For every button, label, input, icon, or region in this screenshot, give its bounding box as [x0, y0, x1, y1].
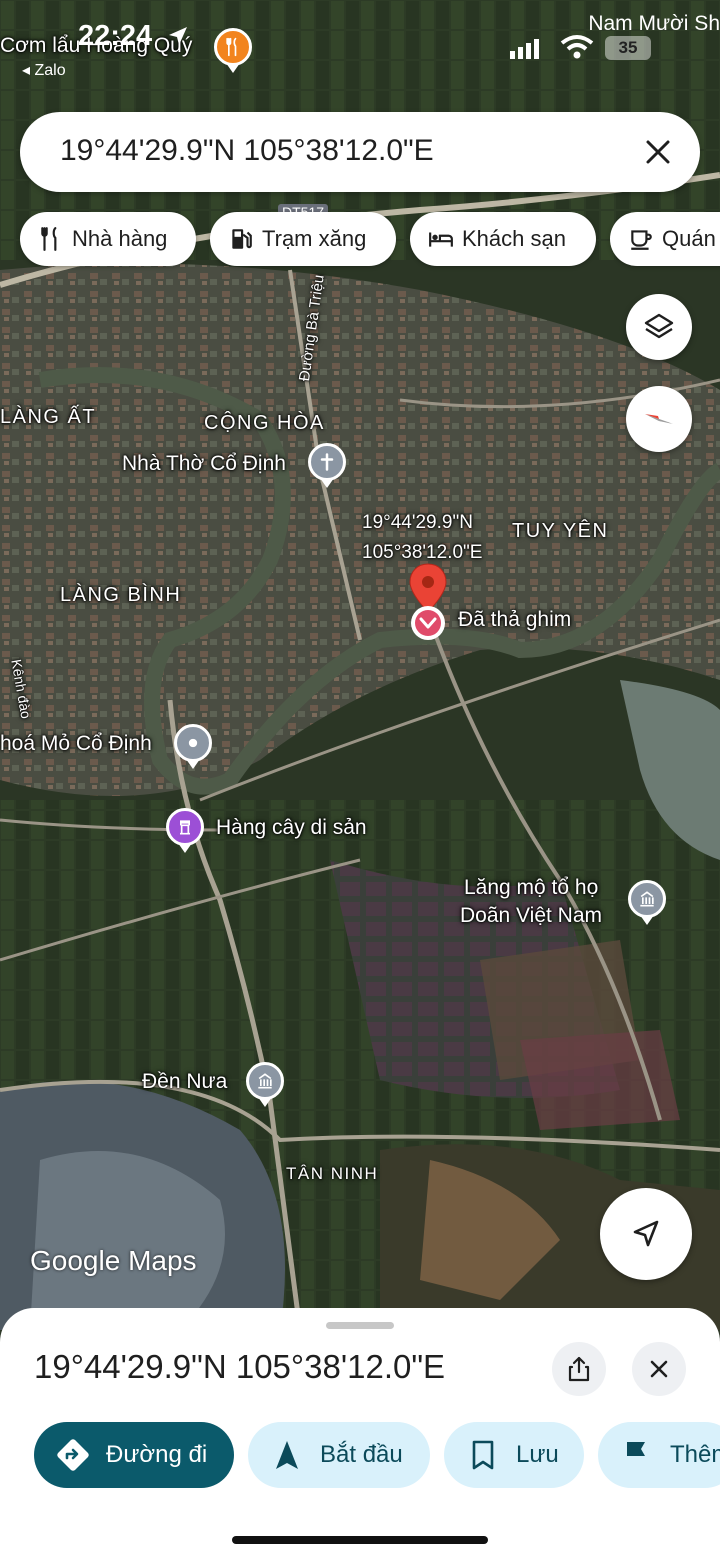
fork-knife-icon — [41, 227, 57, 251]
poi-label-church: Nhà Thờ Cổ Định — [122, 452, 286, 475]
wifi-icon — [560, 35, 594, 59]
navigation-arrow-icon — [633, 1220, 659, 1247]
poi-label-mine: hoá Mỏ Cổ Định — [0, 732, 152, 755]
landmark-pin-icon[interactable] — [166, 808, 204, 853]
chip-label: Khách sạn — [462, 226, 566, 251]
start-button[interactable]: Bắt đầu — [248, 1422, 430, 1488]
dropped-pin-label: Đã thả ghim — [458, 608, 572, 631]
back-to-zalo-link[interactable]: ◂ Zalo — [22, 60, 66, 80]
save-button[interactable]: Lưu — [444, 1422, 584, 1488]
google-maps-logo: Google Maps — [30, 1245, 197, 1276]
close-icon[interactable] — [638, 132, 678, 172]
chip-restaurants[interactable]: Nhà hàng — [20, 212, 196, 266]
poi-label-tomb: Lăng mộ tổ họ — [464, 876, 599, 899]
layers-icon — [644, 313, 674, 339]
compass-icon — [645, 414, 673, 424]
more-button[interactable]: Thêm — [598, 1422, 720, 1488]
area-label: LÀNG BÌNH — [60, 584, 182, 606]
church-pin-icon[interactable] — [308, 443, 346, 488]
share-button[interactable] — [552, 1342, 606, 1396]
pin-coordinates: 19°44'29.9"N — [362, 512, 473, 533]
satellite-imagery — [0, 0, 720, 1330]
status-time: 22:24 — [78, 20, 153, 52]
search-input[interactable]: 19°44'29.9"N 105°38'12.0"E — [60, 134, 434, 168]
flag-icon — [627, 1442, 645, 1469]
place-pin-icon[interactable] — [174, 724, 212, 769]
start-label: Bắt đầu — [320, 1441, 403, 1468]
my-location-button[interactable] — [600, 1188, 692, 1280]
directions-label: Đường đi — [106, 1441, 208, 1468]
poi-label-temple: Đền Nưa — [142, 1070, 228, 1093]
close-sheet-button[interactable] — [632, 1342, 686, 1396]
map-view[interactable]: DT517 Đường Bà Triệu Kênh đào Cơm lẩu Ho… — [0, 0, 720, 1330]
poi-label-tomb-line2: Doãn Việt Nam — [460, 904, 603, 927]
area-label: LÀNG ẤT — [0, 406, 97, 428]
chip-label: Nhà hàng — [72, 226, 168, 251]
compass-button[interactable] — [626, 386, 692, 452]
dropped-pin-icon[interactable] — [406, 562, 450, 646]
directions-button[interactable]: Đường đi — [34, 1422, 234, 1488]
directions-icon — [57, 1439, 89, 1471]
area-label: TUY YÊN — [512, 520, 609, 542]
category-chips: Nhà hàng Trạm xăng Khách sạn Quán — [0, 212, 720, 268]
battery-indicator: 35 — [605, 36, 651, 60]
place-title: 19°44'29.9"N 105°38'12.0"E — [34, 1348, 446, 1385]
cellular-signal-icon — [510, 39, 539, 59]
place-bottom-sheet[interactable]: 19°44'29.9"N 105°38'12.0"E Đường đi Bắt … — [0, 1308, 720, 1560]
pin-coordinates-line2: 105°38'12.0"E — [362, 542, 483, 563]
gas-station-icon — [232, 229, 252, 249]
poi-label-trees: Hàng cây di sản — [216, 816, 367, 839]
bed-icon — [429, 232, 453, 247]
chip-hotels[interactable]: Khách sạn — [410, 212, 596, 266]
share-icon — [568, 1356, 590, 1382]
chip-label: Trạm xăng — [262, 226, 367, 251]
navigation-arrow-icon — [276, 1441, 298, 1469]
layers-button[interactable] — [626, 294, 692, 360]
drag-handle[interactable] — [326, 1322, 394, 1329]
home-indicator[interactable] — [232, 1536, 488, 1544]
status-bar: 22:24 ◂ Zalo Nam Mười Sh 35 — [0, 0, 720, 90]
chip-gas-stations[interactable]: Trạm xăng — [210, 212, 396, 266]
area-label: CỘNG HÒA — [204, 412, 325, 434]
museum-pin-icon[interactable] — [628, 880, 666, 925]
bookmark-icon — [472, 1440, 494, 1470]
close-icon — [650, 1360, 668, 1378]
chip-label: Quán — [662, 226, 716, 251]
area-label: TÂN NINH — [286, 1164, 379, 1183]
coffee-cup-icon — [631, 230, 652, 250]
save-label: Lưu — [516, 1441, 559, 1468]
more-label: Thêm — [670, 1441, 720, 1468]
location-arrow-icon — [169, 27, 187, 45]
temple-pin-icon[interactable] — [246, 1062, 284, 1107]
chip-cafes[interactable]: Quán — [610, 212, 720, 266]
search-bar[interactable]: 19°44'29.9"N 105°38'12.0"E — [20, 112, 700, 192]
carrier-name: Nam Mười Sh — [588, 12, 720, 35]
